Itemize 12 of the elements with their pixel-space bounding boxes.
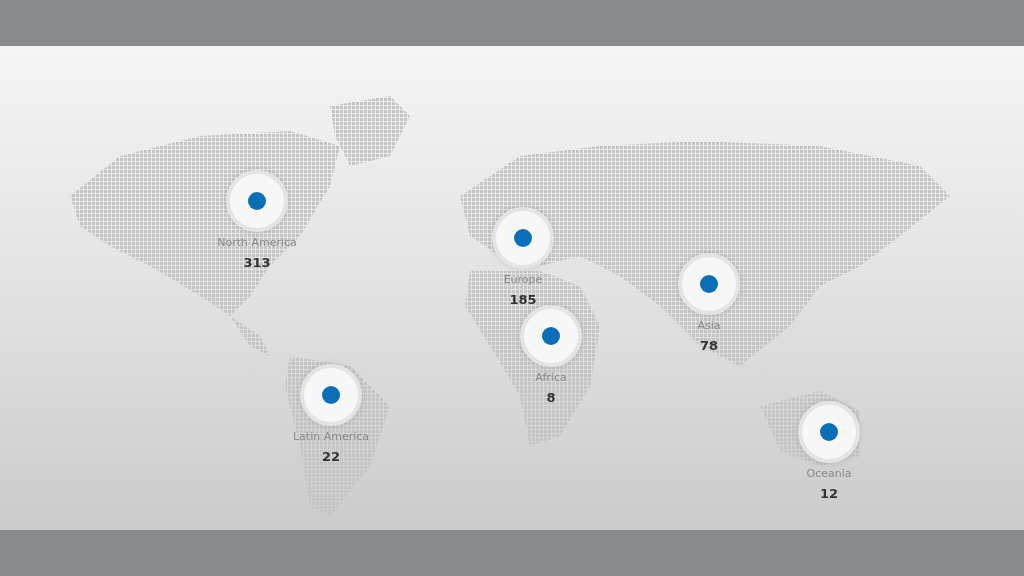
region-name: North America [217, 236, 297, 249]
region-name: Asia [697, 319, 721, 332]
region-name: Europe [503, 273, 543, 286]
region-name: Africa [535, 371, 567, 384]
region-count: 22 [321, 449, 341, 464]
region-count: 12 [819, 486, 839, 501]
region-count: 313 [243, 255, 271, 270]
region-name: Latin America [292, 430, 370, 443]
region-count: 78 [699, 338, 719, 353]
region-count: 185 [509, 292, 537, 307]
region-count: 8 [546, 390, 556, 405]
region-name: Oceania [806, 467, 852, 480]
